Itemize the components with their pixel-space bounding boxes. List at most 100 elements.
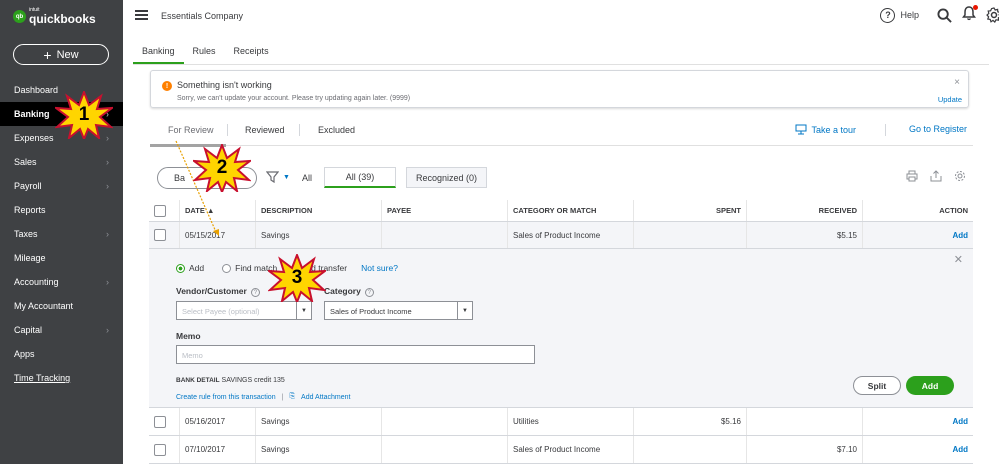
- banking-tabs: Banking Rules Receipts: [133, 40, 278, 64]
- hamburger-menu-icon[interactable]: [135, 10, 148, 20]
- table-row[interactable]: 07/10/2017 Savings Sales of Product Income…: [149, 436, 973, 464]
- sidebar-item-label: Sales: [14, 157, 37, 167]
- vendor-select[interactable]: Select Payee (optional) ▼: [176, 301, 312, 320]
- tour-label: Take a tour: [811, 124, 856, 135]
- add-attachment-link[interactable]: Add Attachment: [301, 394, 350, 401]
- sidebar-item-apps[interactable]: Apps: [0, 342, 123, 366]
- row-add-link[interactable]: Add: [862, 436, 973, 463]
- new-button[interactable]: + New: [13, 44, 109, 65]
- row-add-link[interactable]: Add: [862, 408, 973, 435]
- sidebar-item-reports[interactable]: Reports: [0, 198, 123, 222]
- category-select[interactable]: Sales of Product Income ▼: [324, 301, 473, 320]
- sidebar-item-sales[interactable]: Sales ›: [0, 150, 123, 174]
- company-name: Essentials Company: [161, 11, 244, 21]
- header-received: RECEIVED: [746, 200, 862, 221]
- plus-icon: +: [43, 46, 52, 63]
- row-description: Savings: [255, 408, 381, 435]
- close-icon[interactable]: ✕: [954, 253, 963, 266]
- sidebar-item-my-accountant[interactable]: My Accountant: [0, 294, 123, 318]
- recognized-tab[interactable]: Recognized (0): [406, 167, 487, 188]
- header-description: DESCRIPTION: [255, 200, 381, 221]
- header-spent: SPENT: [633, 200, 746, 221]
- sidebar-item-taxes[interactable]: Taxes ›: [0, 222, 123, 246]
- all-transactions-tab[interactable]: All (39): [324, 167, 396, 188]
- sidebar-item-label: Dashboard: [14, 85, 59, 95]
- not-sure-link[interactable]: Not sure?: [361, 263, 398, 273]
- sidebar-item-label: Banking: [14, 109, 50, 119]
- help-icon[interactable]: ?: [880, 7, 896, 23]
- tab-excluded[interactable]: Excluded: [318, 125, 355, 135]
- sidebar-item-label: Expenses: [14, 133, 54, 143]
- row-spent: [633, 436, 746, 463]
- new-button-label: New: [56, 48, 79, 61]
- bank-detail-value: SAVINGS credit 135: [221, 377, 285, 384]
- callout-star-2: 2: [193, 144, 251, 192]
- sidebar-item-capital[interactable]: Capital ›: [0, 318, 123, 342]
- row-checkbox[interactable]: [154, 443, 166, 456]
- table-row[interactable]: 05/16/2017 Savings Utilities $5.16 Add: [149, 408, 973, 436]
- help-icon[interactable]: ?: [250, 288, 260, 297]
- row-date: 05/15/2017: [179, 222, 255, 248]
- row-checkbox[interactable]: [154, 415, 166, 428]
- close-icon[interactable]: ×: [954, 77, 960, 88]
- radio-add[interactable]: [176, 263, 185, 273]
- attachment-icon: ⎘: [289, 393, 296, 400]
- take-a-tour-link[interactable]: Take a tour: [795, 124, 856, 135]
- tab-rules[interactable]: Rules: [184, 40, 225, 64]
- logo-name: quickbooks: [29, 12, 96, 26]
- row-category: Sales of Product Income: [507, 436, 633, 463]
- add-button[interactable]: Add: [906, 376, 954, 395]
- chevron-down-icon[interactable]: ▼: [457, 302, 472, 319]
- create-rule-link[interactable]: Create rule from this transaction: [176, 394, 276, 401]
- row-checkbox[interactable]: [154, 229, 166, 241]
- tab-banking[interactable]: Banking: [133, 40, 184, 64]
- help-icon[interactable]: ?: [364, 288, 374, 297]
- notifications-bell-icon[interactable]: [962, 5, 978, 24]
- chevron-down-icon[interactable]: ▼: [283, 174, 290, 181]
- error-alert: ! Something isn't working Sorry, we can'…: [150, 70, 969, 108]
- table-row[interactable]: 05/15/2017 Savings Sales of Product Inco…: [149, 222, 973, 249]
- search-icon[interactable]: [937, 7, 952, 23]
- row-payee: [381, 408, 507, 435]
- gear-icon[interactable]: [986, 7, 999, 23]
- row-received: $5.15: [746, 222, 862, 248]
- tab-for-review[interactable]: For Review: [168, 125, 214, 135]
- sidebar-item-label: Apps: [14, 349, 35, 359]
- update-link[interactable]: Update: [938, 95, 962, 104]
- sidebar-item-mileage[interactable]: Mileage: [0, 246, 123, 270]
- radio-add-label: Add: [189, 263, 205, 273]
- tour-icon: [795, 124, 807, 135]
- callout-number: 3: [291, 267, 303, 288]
- row-add-link[interactable]: Add: [862, 222, 973, 248]
- vendor-label: Vendor/Customer?: [176, 286, 260, 297]
- tab-reviewed[interactable]: Reviewed: [245, 125, 285, 135]
- export-icon[interactable]: [930, 170, 942, 182]
- all-filter-label: All: [302, 173, 313, 183]
- chevron-down-icon[interactable]: ▼: [296, 302, 311, 319]
- sidebar-item-label: Capital: [14, 325, 43, 335]
- go-to-register-link[interactable]: Go to Register: [909, 124, 967, 134]
- quickbooks-logo[interactable]: qb intuit quickbooks: [13, 8, 96, 25]
- sidebar-item-payroll[interactable]: Payroll ›: [0, 174, 123, 198]
- select-all-checkbox[interactable]: [154, 204, 166, 217]
- row-date: 05/16/2017: [179, 408, 255, 435]
- transactions-table-rows: 05/16/2017 Savings Utilities $5.16 Add 07/10/…: [149, 408, 973, 464]
- split-button[interactable]: Split: [853, 376, 901, 395]
- row-date: 07/10/2017: [179, 436, 255, 463]
- print-icon[interactable]: [906, 170, 918, 182]
- settings-gear-icon[interactable]: [954, 170, 966, 182]
- filter-icon[interactable]: [265, 171, 280, 186]
- alert-title: Something isn't working: [177, 80, 272, 90]
- sidebar-item-label: Taxes: [14, 229, 38, 239]
- tab-receipts[interactable]: Receipts: [225, 40, 278, 64]
- row-description: Savings: [255, 222, 381, 248]
- header-date[interactable]: DATE ▲: [179, 200, 255, 221]
- row-category: Sales of Product Income: [507, 222, 633, 248]
- sidebar-item-accounting[interactable]: Accounting ›: [0, 270, 123, 294]
- memo-input[interactable]: Memo: [176, 345, 535, 364]
- table-header: DATE ▲ DESCRIPTION PAYEE CATEGORY OR MAT…: [149, 200, 973, 222]
- help-label[interactable]: Help: [900, 10, 919, 20]
- sidebar-item-time-tracking[interactable]: Time Tracking: [0, 366, 123, 390]
- top-bar: Essentials Company ? Help: [123, 0, 999, 32]
- radio-find-match[interactable]: [222, 263, 232, 273]
